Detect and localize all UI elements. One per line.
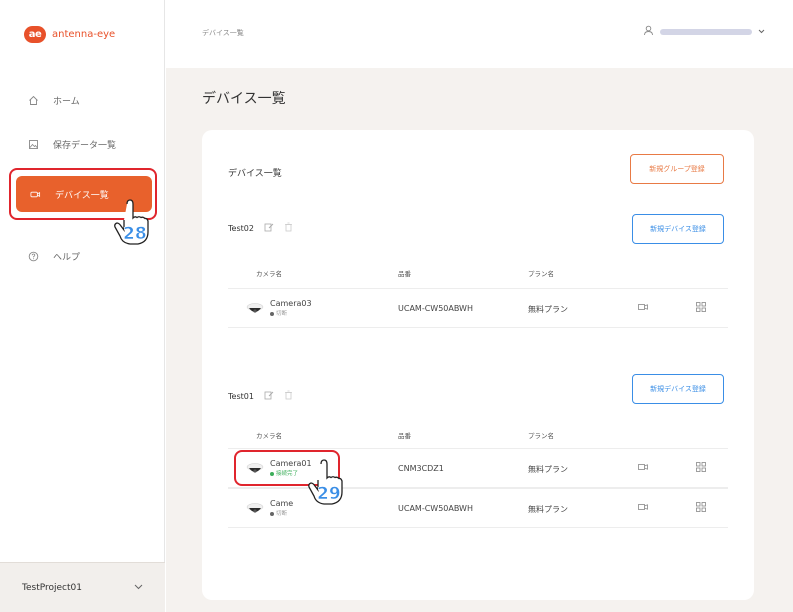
- column-header-plan: プラン名: [528, 270, 554, 278]
- qr-code-icon[interactable]: [696, 462, 706, 475]
- qr-code-icon[interactable]: [696, 502, 706, 515]
- step-29-number: 29: [317, 484, 341, 505]
- user-menu[interactable]: [643, 25, 765, 38]
- model-number: UCAM-CW50ABWH: [398, 304, 473, 313]
- sidebar-item-saved-data[interactable]: 保存データ一覧: [14, 126, 152, 162]
- edit-icon[interactable]: [264, 390, 274, 403]
- new-device-button[interactable]: 新規デバイス登録: [632, 214, 724, 244]
- connection-status: 切断: [270, 309, 312, 317]
- topbar: デバイス一覧: [166, 0, 793, 68]
- step-28-pointer-callout: 28: [112, 198, 152, 246]
- plan-name: 無料プラン: [528, 305, 568, 314]
- sidebar-item-label: ホーム: [53, 96, 80, 107]
- group-name: Test01: [228, 392, 254, 401]
- sidebar-item-home[interactable]: ホーム: [14, 82, 152, 118]
- column-header-camera: カメラ名: [256, 432, 282, 440]
- camera-device-icon: [246, 503, 264, 513]
- model-number: UCAM-CW50ABWH: [398, 504, 473, 513]
- camera-cell[interactable]: Camera03 切断: [246, 299, 312, 317]
- video-icon[interactable]: [638, 303, 648, 314]
- logo-mark: ae: [24, 25, 46, 43]
- camera-name: Came: [270, 499, 294, 508]
- column-header-model: 品番: [398, 432, 411, 440]
- plan-name: 無料プラン: [528, 505, 568, 514]
- project-selector[interactable]: TestProject01: [0, 562, 165, 612]
- sidebar-item-label: デバイス一覧: [55, 190, 109, 201]
- new-group-button[interactable]: 新規グループ登録: [630, 154, 724, 184]
- new-device-button[interactable]: 新規デバイス登録: [632, 374, 724, 404]
- video-icon[interactable]: [638, 503, 648, 514]
- camera-icon: [30, 189, 41, 200]
- trash-icon[interactable]: [284, 222, 293, 235]
- sidebar: ae antenna-eye ホーム 保存データ一覧 デバイス一覧 ヘルプ Te…: [0, 0, 165, 612]
- breadcrumb: デバイス一覧: [202, 29, 244, 37]
- plan-name: 無料プラン: [528, 465, 568, 474]
- project-name: TestProject01: [22, 582, 82, 593]
- model-number: CNM3CDZ1: [398, 464, 444, 473]
- group-name: Test02: [228, 224, 254, 233]
- column-header-plan: プラン名: [528, 432, 554, 440]
- logo-text: antenna-eye: [52, 28, 116, 40]
- table-row[interactable]: Came 切断 UCAM-CW50ABWH 無料プラン: [228, 488, 728, 528]
- camera-device-icon: [246, 303, 264, 313]
- step-28-number: 28: [123, 224, 147, 245]
- step-29-pointer-callout: 29: [306, 458, 346, 506]
- app-logo[interactable]: ae antenna-eye: [24, 24, 115, 44]
- column-header-model: 品番: [398, 270, 411, 278]
- home-icon: [28, 95, 39, 106]
- edit-icon[interactable]: [264, 222, 274, 235]
- help-icon: [28, 251, 39, 262]
- sidebar-item-label: ヘルプ: [53, 252, 81, 263]
- qr-code-icon[interactable]: [696, 302, 706, 315]
- camera-name: Camera03: [270, 299, 312, 308]
- group-header-test01: Test01: [228, 390, 293, 403]
- group-header-test02: Test02: [228, 222, 293, 235]
- connection-status: 切断: [270, 509, 293, 517]
- trash-icon[interactable]: [284, 390, 293, 403]
- chevron-down-icon: [758, 27, 765, 36]
- device-list-card: デバイス一覧 新規グループ登録 Test02 新規デバイス登録 カメラ名 品番 …: [202, 130, 754, 600]
- main-content: デバイス一覧 デバイス一覧 新規グループ登録 Test02 新規デバイス登録 カ…: [166, 68, 793, 612]
- chevron-down-icon: [134, 583, 143, 593]
- table-row[interactable]: Camera03 切断 UCAM-CW50ABWH 無料プラン: [228, 288, 728, 328]
- image-icon: [28, 139, 39, 150]
- column-header-camera: カメラ名: [256, 270, 282, 278]
- page-title: デバイス一覧: [202, 91, 286, 107]
- card-title: デバイス一覧: [228, 169, 282, 179]
- video-icon[interactable]: [638, 463, 648, 474]
- user-icon: [643, 25, 654, 38]
- camera-cell[interactable]: Came 切断: [246, 499, 293, 517]
- user-email-redacted: [660, 28, 752, 35]
- sidebar-item-label: 保存データ一覧: [53, 140, 117, 151]
